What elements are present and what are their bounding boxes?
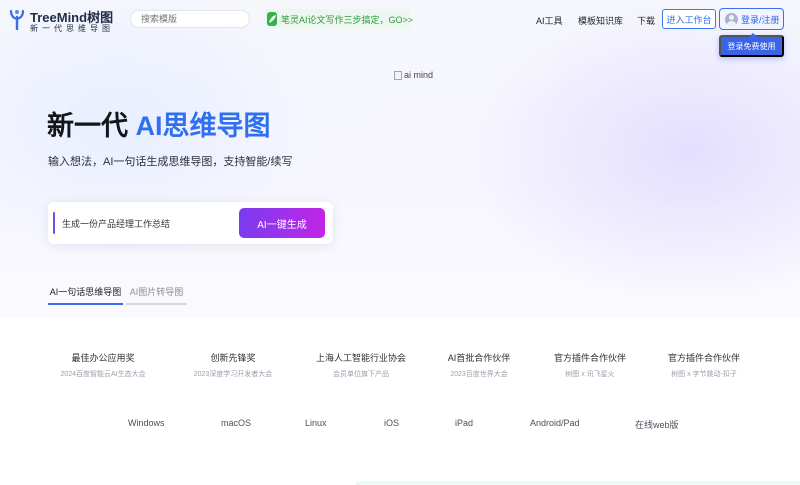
- page-subtitle: 输入想法，AI一句话生成思维导图，支持智能/续写: [48, 156, 293, 168]
- ai-generate-button[interactable]: AI一键生成: [239, 208, 325, 238]
- enter-workspace-button[interactable]: 进入工作台: [662, 9, 716, 29]
- tab-ai-image-to-mindmap[interactable]: AI图片转导图: [126, 285, 187, 305]
- award-subtitle: 树图 x 讯飞星火: [565, 371, 615, 378]
- prompt-input[interactable]: [62, 214, 232, 232]
- award-subtitle: 会员单位旗下产品: [333, 371, 389, 378]
- award-subtitle: 2023百度世界大会: [450, 371, 508, 378]
- hero-image-alt: ai mind: [404, 70, 434, 80]
- top-header: TreeMind树图 新一代思维导图 笔灵AI论文写作三步搞定，GO>> AI工…: [0, 0, 800, 57]
- promo-banner[interactable]: 笔灵AI论文写作三步搞定，GO>>: [265, 9, 414, 29]
- prompt-card: AI一键生成: [48, 202, 333, 244]
- bottom-divider: [356, 481, 800, 485]
- award-item: 最佳办公应用奖 2024百度智能云AI生态大会: [48, 351, 158, 379]
- logo-slogan: 新一代思维导图: [30, 24, 114, 33]
- award-subtitle: 树图 x 字节跳动-扣子: [671, 371, 737, 378]
- platform-linux[interactable]: Linux: [305, 418, 327, 428]
- tree-logo-icon: [9, 9, 25, 30]
- award-item: AI首批合作伙伴 2023百度世界大会: [424, 351, 534, 379]
- award-title: AI首批合作伙伴: [447, 353, 511, 363]
- feather-icon: [267, 12, 277, 26]
- platform-web[interactable]: 在线web版: [635, 418, 679, 431]
- award-title: 创新先锋奖: [210, 353, 256, 363]
- platform-windows[interactable]: Windows: [128, 418, 165, 428]
- nav-download[interactable]: 下载: [637, 14, 655, 27]
- award-title: 官方插件合作伙伴: [667, 353, 740, 363]
- award-title: 最佳办公应用奖: [71, 353, 135, 363]
- free-login-tooltip-button[interactable]: 登录免费使用: [719, 33, 784, 57]
- award-subtitle: 2023深度学习开发者大会: [193, 371, 273, 378]
- input-cursor-bar: [53, 212, 55, 234]
- headline-plain: 新一代: [47, 111, 136, 141]
- award-item: 创新先锋奖 2023深度学习开发者大会: [178, 351, 288, 379]
- platform-ios[interactable]: iOS: [384, 418, 399, 428]
- search-input[interactable]: [130, 10, 250, 28]
- broken-image-icon: [394, 70, 402, 80]
- promo-text: 笔灵AI论文写作三步搞定，GO>>: [281, 14, 414, 25]
- nav-template-library[interactable]: 模板知识库: [578, 14, 623, 27]
- platform-ipad[interactable]: iPad: [455, 418, 473, 428]
- platform-android[interactable]: Android/Pad: [530, 418, 580, 428]
- award-item: 上海人工智能行业协会 会员单位旗下产品: [306, 351, 416, 379]
- login-label: 登录/注册: [741, 14, 780, 25]
- award-item: 官方插件合作伙伴 树图 x 字节跳动-扣子: [649, 351, 759, 379]
- award-item: 官方插件合作伙伴 树图 x 讯飞星火: [535, 351, 645, 379]
- award-subtitle: 2024百度智能云AI生态大会: [60, 371, 146, 378]
- award-title: 官方插件合作伙伴: [553, 353, 626, 363]
- logo[interactable]: TreeMind树图 新一代思维导图: [8, 6, 118, 34]
- platform-macos[interactable]: macOS: [221, 418, 251, 428]
- nav-ai-tools[interactable]: AI工具: [536, 14, 563, 27]
- hero-image: ai mind: [394, 70, 433, 80]
- award-title: 上海人工智能行业协会: [315, 353, 406, 363]
- headline-accent: AI思维导图: [135, 111, 271, 141]
- page-title: 新一代 AI思维导图: [47, 104, 271, 143]
- login-register-button[interactable]: 登录/注册: [719, 8, 784, 30]
- tab-ai-sentence-mindmap[interactable]: AI一句话思维导图: [48, 285, 123, 305]
- avatar-icon: [725, 12, 738, 26]
